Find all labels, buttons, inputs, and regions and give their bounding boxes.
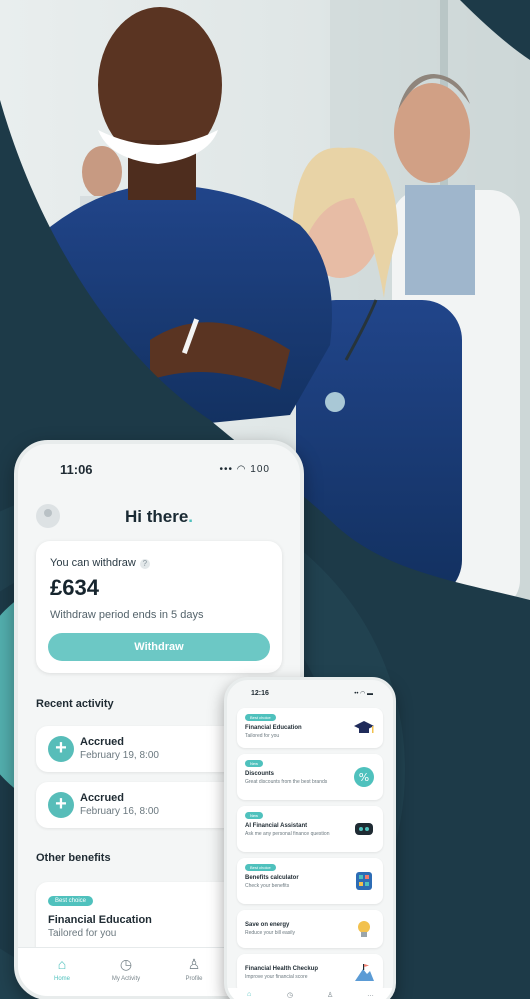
nav-profile[interactable]: ♙ Profile (164, 956, 224, 982)
item-subtitle: Reduce your bill easily (245, 930, 296, 936)
svg-text:%: % (359, 771, 369, 784)
nav-label: Home (53, 976, 70, 982)
home-icon[interactable]: ⌂ (247, 991, 251, 998)
nav-home[interactable]: ⌂ Home (32, 956, 92, 982)
system-indicators: ••• ◠ 100 (219, 464, 270, 475)
greeting-dot: . (188, 507, 194, 526)
home-icon: ⌂ (57, 956, 67, 972)
plus-icon: + (48, 792, 74, 818)
item-title: Save on energy (245, 922, 290, 928)
info-icon[interactable]: ? (139, 559, 150, 569)
more-icon[interactable]: … (367, 991, 374, 998)
activity-date: February 16, 8:00 (80, 806, 159, 817)
item-subtitle: Ask me any personal finance question (245, 831, 330, 837)
withdraw-button[interactable]: Withdraw (48, 633, 270, 661)
mountain-flag-icon (355, 964, 374, 981)
withdraw-period-text: Withdraw period ends in 5 days (50, 609, 204, 621)
benefit-list-item[interactable]: Best choice Financial Education Tailored… (237, 708, 383, 748)
activity-date: February 19, 8:00 (80, 750, 159, 761)
withdraw-label: You can withdraw (50, 557, 136, 569)
nav-label: Profile (185, 976, 203, 982)
nav-label: My Activity (111, 976, 141, 982)
activity-title: Accrued (80, 736, 125, 748)
benefit-list-item[interactable]: New AI Financial Assistant Ask me any pe… (237, 806, 383, 852)
item-title: Financial Education (245, 725, 302, 731)
item-subtitle: Improve your financial score (245, 974, 308, 980)
clock-icon: ◷ (119, 956, 133, 972)
chat-bot-icon (355, 823, 373, 835)
benefit-list-item[interactable]: Save on energy Reduce your bill easily (237, 910, 383, 948)
promo-stage: 11:06 ••• ◠ 100 Hi there. You can withdr… (0, 0, 530, 999)
benefit-subtitle: Tailored for you (48, 928, 117, 939)
item-title: Benefits calculator (245, 875, 299, 881)
activity-title: Accrued (80, 792, 125, 804)
item-subtitle: Great discounts from the best brands (245, 779, 328, 785)
system-indicators: •• ◠ ▬ (354, 691, 373, 697)
bottom-nav: ⌂ ◷ ♙ … (227, 988, 393, 999)
best-choice-badge: Best choice (245, 714, 276, 721)
item-subtitle: Tailored for you (245, 733, 280, 739)
status-time: 12:16 (251, 690, 269, 697)
status-time: 11:06 (60, 462, 93, 477)
calculator-icon (356, 872, 372, 890)
benefit-title: Financial Education (48, 914, 152, 926)
recent-activity-title: Recent activity (36, 698, 114, 710)
withdraw-amount: £634 (50, 575, 99, 600)
withdraw-label-row: You can withdraw? (50, 557, 150, 569)
benefit-list-item[interactable]: New Discounts Great discounts from the b… (237, 754, 383, 800)
best-choice-badge: Best choice (48, 896, 94, 906)
item-title: Financial Health Checkup (245, 966, 319, 972)
percent-badge-icon: % (354, 767, 374, 787)
new-badge: New (245, 760, 264, 767)
new-badge: New (245, 812, 264, 819)
person-icon[interactable]: ♙ (327, 991, 333, 999)
secondary-phone-screen: 12:16 •• ◠ ▬ Best choice Financial Educa… (224, 677, 396, 999)
lightbulb-icon (358, 921, 370, 937)
withdraw-card: You can withdraw? £634 Withdraw period e… (36, 541, 282, 673)
nav-my-activity[interactable]: ◷ My Activity (96, 956, 156, 982)
item-title: AI Financial Assistant (245, 823, 308, 829)
greeting-title: Hi there. (18, 507, 300, 527)
best-choice-badge: Best choice (245, 864, 276, 871)
item-subtitle: Check your benefits (245, 883, 290, 889)
plus-icon: + (48, 736, 74, 762)
other-benefits-title: Other benefits (36, 852, 111, 864)
clock-icon[interactable]: ◷ (287, 991, 293, 999)
benefit-list-item[interactable]: Best choice Benefits calculator Check yo… (237, 858, 383, 904)
greeting-text: Hi there (124, 507, 189, 526)
person-icon: ♙ (187, 956, 201, 972)
graduation-cap-icon (354, 721, 374, 733)
item-title: Discounts (245, 771, 275, 777)
status-bar: 11:06 ••• ◠ 100 (18, 462, 300, 482)
